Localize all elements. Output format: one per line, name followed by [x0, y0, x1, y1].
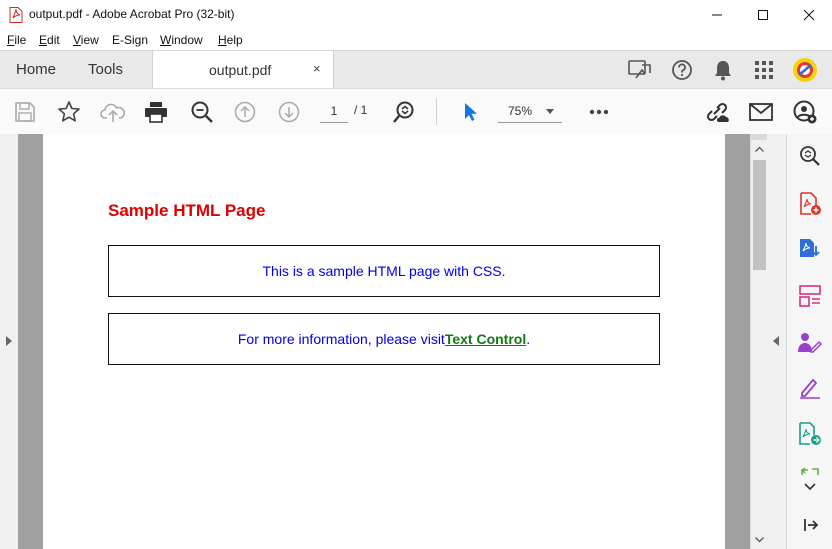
account-button[interactable] — [790, 89, 820, 134]
tool-organize-pages[interactable] — [787, 278, 832, 314]
send-review-icon — [799, 422, 821, 445]
page-down-icon — [278, 101, 300, 122]
page-up-button[interactable] — [230, 89, 260, 134]
collapse-right-panel-icon — [773, 336, 779, 346]
toolbar: / 1 75% — [0, 88, 832, 135]
content-box-1: This is a sample HTML page with CSS. — [108, 245, 660, 297]
tab-tools[interactable]: Tools — [88, 61, 123, 78]
tool-send-for-review[interactable] — [787, 416, 832, 452]
minimize-icon — [712, 14, 722, 16]
bookmark-star-icon — [58, 100, 80, 122]
select-cursor-icon — [465, 102, 477, 121]
maximize-button[interactable] — [740, 0, 786, 30]
tab-close-icon[interactable]: × — [313, 61, 321, 76]
zoom-dropdown[interactable]: 75% — [498, 100, 562, 123]
select-tool-button[interactable] — [455, 89, 485, 134]
apps-grid-icon[interactable] — [754, 60, 774, 80]
expand-left-panel-icon — [6, 336, 12, 346]
save-icon — [15, 101, 35, 122]
content-box-2: For more information, please visit Text … — [108, 313, 660, 365]
email-button[interactable] — [746, 89, 776, 134]
box2-prefix: For more information, please visit — [237, 331, 445, 347]
save-button[interactable] — [10, 89, 40, 134]
close-icon — [803, 9, 815, 21]
toolbar-separator — [436, 98, 437, 125]
maximize-icon — [758, 10, 768, 20]
acrobat-pdf-icon — [9, 7, 23, 23]
pdf-page: Sample HTML Page This is a sample HTML p… — [43, 134, 725, 549]
tab-document[interactable]: output.pdf × — [152, 51, 334, 88]
more-icon — [589, 109, 609, 114]
chevron-down-icon — [546, 109, 554, 114]
page-number-input[interactable] — [320, 100, 348, 123]
menu-edit[interactable]: Edit — [39, 33, 60, 47]
scroll-down-icon — [755, 537, 764, 543]
menu-window[interactable]: Window — [160, 33, 203, 47]
box2-suffix: . — [526, 331, 531, 347]
menu-file[interactable]: File — [7, 33, 26, 47]
share-screen-icon[interactable] — [628, 59, 652, 81]
title-bar: output.pdf - Adobe Acrobat Pro (32-bit) — [0, 0, 832, 30]
upload-cloud-icon — [100, 103, 126, 122]
scrollbar-top-cap — [751, 134, 768, 140]
page-up-icon — [234, 101, 256, 122]
close-window-button[interactable] — [786, 0, 832, 30]
text-control-link[interactable]: Text Control — [445, 331, 526, 347]
box1-text: This is a sample HTML page with CSS. — [262, 263, 506, 279]
document-tab-label: output.pdf — [209, 62, 272, 78]
request-signatures-icon — [798, 333, 823, 353]
notification-bell-icon[interactable] — [713, 59, 733, 81]
more-tools-chevron-down-icon[interactable] — [804, 483, 816, 491]
scrollbar-thumb[interactable] — [753, 160, 766, 270]
tool-create-pdf[interactable] — [787, 186, 832, 222]
collapse-pane-icon[interactable] — [803, 518, 819, 532]
bookmark-button[interactable] — [54, 89, 84, 134]
tool-fill-sign[interactable] — [787, 370, 832, 406]
upload-button[interactable] — [98, 89, 128, 134]
share-link-button[interactable] — [702, 89, 732, 134]
menu-bar: File Edit View E-Sign Window Help — [0, 30, 832, 50]
help-icon[interactable] — [671, 59, 693, 81]
page-down-button[interactable] — [274, 89, 304, 134]
user-avatar[interactable] — [792, 57, 818, 83]
zoom-out-button[interactable] — [187, 89, 217, 134]
fill-sign-icon — [800, 378, 820, 399]
scroll-up-icon — [755, 146, 764, 152]
tool-request-signatures[interactable] — [787, 324, 832, 360]
tab-home[interactable]: Home — [16, 61, 56, 78]
export-pdf-icon — [800, 239, 820, 257]
menu-view[interactable]: View — [73, 33, 99, 47]
tool-partial-green-icon[interactable] — [801, 468, 819, 476]
right-panel-gutter — [767, 134, 786, 549]
email-icon — [749, 102, 773, 121]
menu-help[interactable]: Help — [218, 33, 243, 47]
zoom-out-icon — [191, 101, 213, 123]
minimize-button[interactable] — [694, 0, 740, 30]
tool-search-zoom[interactable] — [787, 138, 832, 174]
create-pdf-icon — [800, 192, 821, 215]
zoom-value: 75% — [508, 104, 533, 118]
tab-bar: Home Tools output.pdf × — [0, 50, 832, 88]
zoom-search-icon — [800, 146, 820, 166]
more-tools-button[interactable] — [584, 89, 614, 134]
share-link-icon — [706, 102, 729, 122]
window-title: output.pdf - Adobe Acrobat Pro (32-bit) — [29, 7, 235, 21]
menu-esign[interactable]: E-Sign — [112, 33, 148, 47]
vertical-scrollbar[interactable] — [750, 134, 768, 549]
account-icon — [793, 100, 817, 123]
print-button[interactable] — [141, 89, 171, 134]
page-heading: Sample HTML Page — [108, 201, 266, 220]
right-tools-pane — [786, 134, 832, 549]
zoom-in-button[interactable] — [389, 89, 419, 134]
page-total-label: / 1 — [354, 103, 368, 117]
left-panel-collapsed — [0, 134, 19, 549]
zoom-in-search-icon — [393, 101, 414, 123]
print-icon — [145, 101, 167, 123]
tool-export-pdf[interactable] — [787, 230, 832, 266]
organize-pages-icon — [799, 285, 821, 307]
